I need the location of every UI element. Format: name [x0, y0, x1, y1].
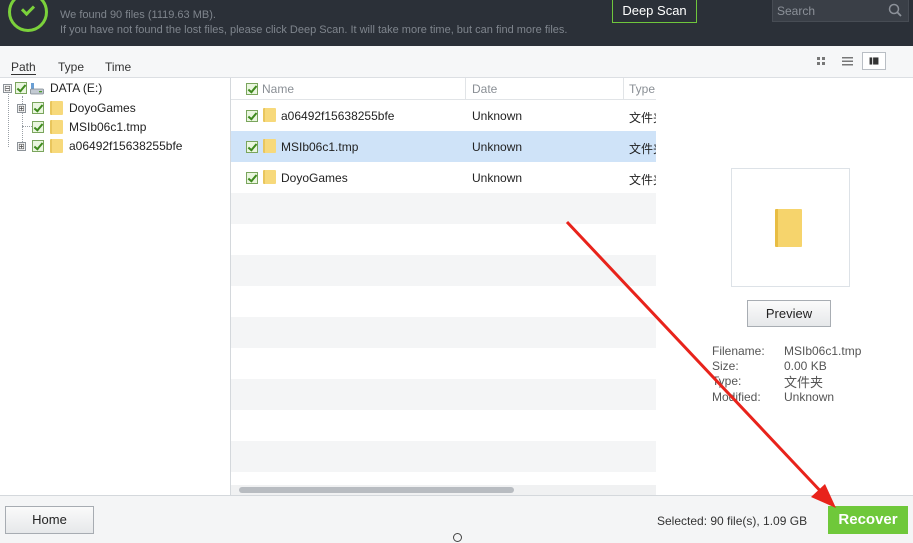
empty-row	[231, 410, 656, 441]
list-view-icon[interactable]	[836, 52, 860, 70]
row-checkbox[interactable]	[246, 172, 258, 184]
folder-icon	[263, 139, 276, 153]
empty-row	[231, 379, 656, 410]
file-list: Name Date Type a06492f15638255bfe Unknow…	[231, 78, 656, 495]
expand-icon[interactable]: ⊞	[17, 104, 26, 113]
column-header-type[interactable]: Type	[629, 82, 655, 96]
empty-row	[231, 224, 656, 255]
row-date: Unknown	[472, 109, 523, 123]
filename-label: Filename:	[712, 344, 765, 358]
deep-scan-button[interactable]: Deep Scan	[612, 0, 697, 23]
preview-button[interactable]: Preview	[747, 300, 831, 327]
row-type: 文件夹	[629, 142, 656, 156]
column-divider[interactable]	[465, 78, 466, 100]
horizontal-scrollbar[interactable]	[231, 485, 656, 495]
detail-view-icon[interactable]	[862, 52, 886, 70]
filename-value: MSIb06c1.tmp	[784, 344, 862, 358]
modified-label: Modified:	[712, 390, 761, 404]
tab-time[interactable]: Time	[105, 60, 131, 74]
row-type: 文件夹	[629, 111, 656, 125]
type-label: Type:	[712, 374, 742, 388]
view-tab-bar: Path Type Time	[0, 46, 913, 78]
selection-summary: Selected: 90 file(s), 1.09 GB	[657, 514, 808, 528]
tree-item-checkbox[interactable]	[32, 121, 44, 133]
expand-icon[interactable]: ⊞	[17, 142, 26, 151]
folder-tree: ⊟ DATA (E:) ⊞ DoyoGames MSIb06c1.tmp ⊞ a…	[0, 78, 231, 495]
cursor-indicator	[453, 533, 462, 542]
table-row-selected[interactable]: MSIb06c1.tmp Unknown 文件夹	[231, 131, 656, 162]
tree-root-data-drive[interactable]: ⊟ DATA (E:)	[0, 79, 230, 97]
tree-root-label: DATA (E:)	[50, 81, 103, 95]
tree-item-checkbox[interactable]	[32, 102, 44, 114]
row-name: a06492f15638255bfe	[281, 109, 395, 123]
search-icon[interactable]	[888, 3, 902, 17]
row-name: DoyoGames	[281, 171, 348, 185]
select-all-checkbox[interactable]	[246, 83, 258, 95]
found-files-message: We found 90 files (1119.63 MB).	[60, 9, 216, 21]
empty-row	[231, 317, 656, 348]
column-header-date[interactable]: Date	[472, 82, 497, 96]
empty-row	[231, 348, 656, 379]
empty-row	[231, 286, 656, 317]
recover-button[interactable]: Recover	[828, 506, 908, 534]
type-value: 文件夹	[784, 375, 824, 390]
search-box[interactable]	[772, 0, 909, 22]
drive-icon	[30, 83, 44, 95]
row-date: Unknown	[472, 171, 523, 185]
size-value: 0.00 KB	[784, 359, 827, 373]
preview-panel: Preview Filename: MSIb06c1.tmp Size: 0.0…	[656, 78, 913, 495]
row-date: Unknown	[472, 140, 523, 154]
table-row[interactable]: DoyoGames Unknown 文件夹	[231, 162, 656, 193]
table-row[interactable]: a06492f15638255bfe Unknown 文件夹	[231, 100, 656, 131]
tree-root-checkbox[interactable]	[15, 82, 27, 94]
tab-path[interactable]: Path	[11, 60, 36, 75]
grid-view-icon[interactable]	[810, 52, 834, 70]
home-button[interactable]: Home	[5, 506, 94, 534]
deep-scan-hint: If you have not found the lost files, pl…	[60, 24, 568, 36]
bottom-bar: Home Selected: 90 file(s), 1.09 GB Recov…	[0, 495, 913, 543]
folder-icon	[50, 139, 63, 153]
collapse-icon[interactable]: ⊟	[3, 84, 12, 93]
scrollbar-thumb[interactable]	[239, 487, 514, 493]
tree-item-label: a06492f15638255bfe	[69, 139, 183, 153]
tree-item-msib06c1[interactable]: MSIb06c1.tmp	[0, 118, 230, 136]
tree-item-label: MSIb06c1.tmp	[69, 120, 147, 134]
row-type: 文件夹	[629, 173, 656, 187]
column-divider[interactable]	[623, 78, 624, 100]
folder-icon	[263, 108, 276, 122]
top-header: We found 90 files (1119.63 MB). If you h…	[0, 0, 913, 46]
list-header: Name Date Type	[231, 78, 656, 100]
search-input[interactable]	[777, 2, 887, 19]
tree-item-doyogames[interactable]: ⊞ DoyoGames	[0, 99, 230, 117]
tree-item-checkbox[interactable]	[32, 140, 44, 152]
tree-item-label: DoyoGames	[69, 101, 136, 115]
folder-icon	[263, 170, 276, 184]
row-name: MSIb06c1.tmp	[281, 140, 359, 154]
folder-icon	[775, 209, 802, 247]
column-header-name[interactable]: Name	[262, 82, 294, 96]
empty-row	[231, 255, 656, 286]
tab-type[interactable]: Type	[58, 60, 84, 74]
folder-icon	[50, 101, 63, 115]
tree-item-a06492f15638255bfe[interactable]: ⊞ a06492f15638255bfe	[0, 137, 230, 155]
modified-value: Unknown	[784, 390, 835, 404]
folder-icon	[50, 120, 63, 134]
row-checkbox[interactable]	[246, 141, 258, 153]
empty-row	[231, 441, 656, 472]
row-checkbox[interactable]	[246, 110, 258, 122]
empty-row	[231, 193, 656, 224]
app-logo-check-icon	[8, 0, 48, 32]
size-label: Size:	[712, 359, 739, 373]
preview-thumbnail	[731, 168, 850, 287]
